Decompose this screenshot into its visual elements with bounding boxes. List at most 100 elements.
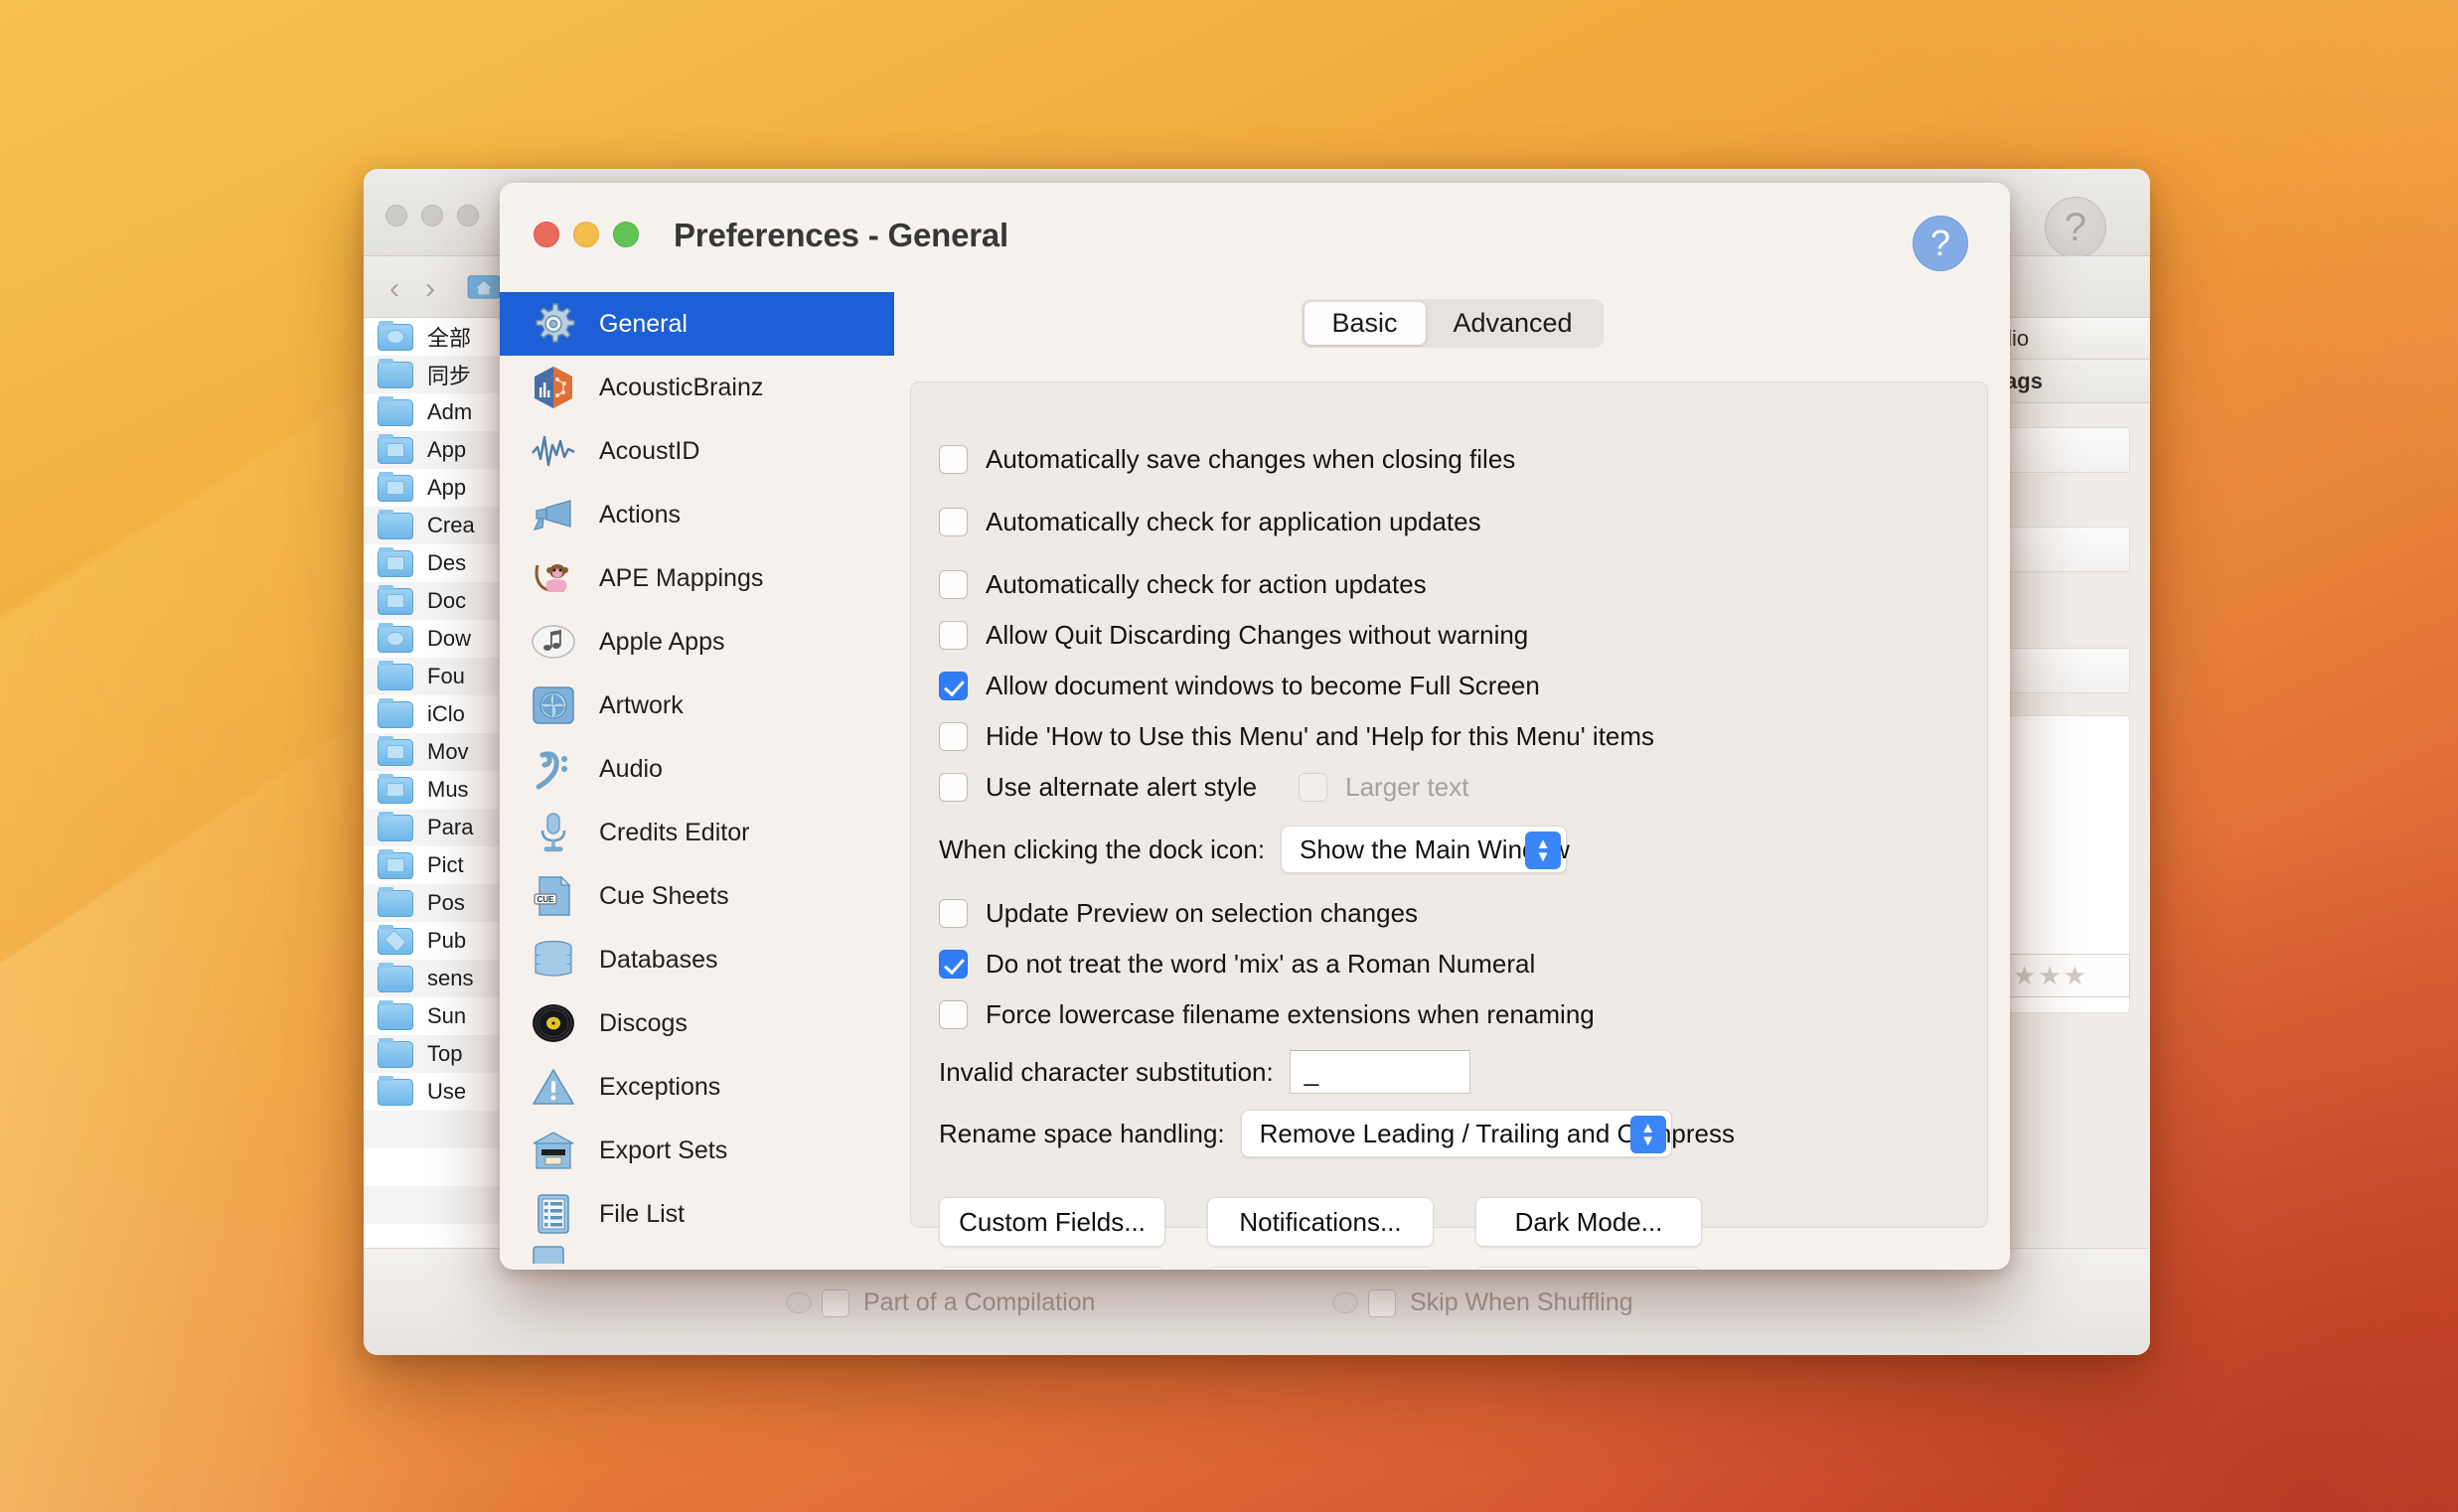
sidebar-item-acoustid[interactable]: AcoustID xyxy=(500,419,894,483)
skip-shuffling-label: Skip When Shuffling xyxy=(1410,1288,1633,1316)
skip-shuffling-radio[interactable] xyxy=(1332,1292,1358,1313)
compilation-label: Part of a Compilation xyxy=(863,1288,1096,1316)
bg-close-button[interactable] xyxy=(385,205,407,227)
sidebar-item-actions[interactable]: Actions xyxy=(500,483,894,546)
vinyl-record-icon xyxy=(530,999,577,1047)
sidebar-item-label: Actions xyxy=(599,500,681,529)
sidebar-item-apple-apps[interactable]: Apple Apps xyxy=(500,610,894,674)
invalid-char-input[interactable]: _ xyxy=(1289,1050,1470,1094)
file-name: Crea xyxy=(427,513,475,537)
checkbox[interactable] xyxy=(939,773,968,802)
preferences-sidebar[interactable]: General AcousticBrainz AcoustID Actions … xyxy=(500,292,894,1270)
folder-icon xyxy=(378,1075,413,1106)
folder-icon xyxy=(378,433,413,464)
option-label: Automatically check for application upda… xyxy=(986,507,1481,536)
checkbox[interactable] xyxy=(939,621,968,650)
droplets-button[interactable]: Droplets... xyxy=(1475,1267,1702,1270)
file-name: Des xyxy=(427,550,467,575)
option-label: Do not treat the word 'mix' as a Roman N… xyxy=(986,949,1536,979)
tab-advanced[interactable]: Advanced xyxy=(1425,302,1600,345)
bg-help-button[interactable]: ? xyxy=(2045,197,2106,258)
sidebar-item-label: Discogs xyxy=(599,1008,688,1037)
option-allow-full-screen[interactable]: Allow document windows to become Full Sc… xyxy=(939,671,1540,701)
option-hide-menu-help-items[interactable]: Hide 'How to Use this Menu' and 'Help fo… xyxy=(939,721,1654,752)
option-use-alternate-alert-style[interactable]: Use alternate alert style Larger text xyxy=(939,772,1468,803)
option-mix-roman-numeral[interactable]: Do not treat the word 'mix' as a Roman N… xyxy=(939,949,1535,980)
sidebar-item-acousticbrainz[interactable]: AcousticBrainz xyxy=(500,356,894,419)
option-auto-save-changes[interactable]: Automatically save changes when closing … xyxy=(939,444,1515,475)
sidebar-item-label: Credits Editor xyxy=(599,818,750,846)
sidebar-item-partial[interactable] xyxy=(500,1246,894,1266)
invalid-char-value: _ xyxy=(1304,1056,1319,1087)
skip-shuffling-checkbox[interactable] xyxy=(1368,1288,1396,1317)
checkbox[interactable] xyxy=(939,508,968,536)
checkbox[interactable] xyxy=(939,445,968,474)
dark-mode-button[interactable]: Dark Mode... xyxy=(1475,1197,1702,1247)
checkbox[interactable] xyxy=(939,672,968,700)
preferences-window[interactable]: Preferences - General ? General Acoustic… xyxy=(500,183,2010,1270)
part-of-compilation-option[interactable]: Part of a Compilation xyxy=(786,1288,1095,1317)
sidebar-item-exceptions[interactable]: Exceptions xyxy=(500,1055,894,1119)
bg-maximize-button[interactable] xyxy=(457,205,479,227)
list-document-icon xyxy=(530,1190,577,1238)
larger-text-label: Larger text xyxy=(1345,772,1469,802)
option-label: Use alternate alert style xyxy=(986,772,1258,802)
option-auto-check-app-updates[interactable]: Automatically check for application upda… xyxy=(939,507,1481,537)
megaphone-icon xyxy=(530,491,577,538)
rename-space-select[interactable]: Remove Leading / Trailing and Compress ▲… xyxy=(1240,1110,1735,1157)
folder-icon xyxy=(378,471,413,502)
chevron-updown-icon[interactable]: ▲ ▼ xyxy=(1629,1116,1666,1153)
nav-back-icon[interactable]: ‹ xyxy=(389,272,399,306)
option-auto-check-action-updates[interactable]: Automatically check for action updates xyxy=(939,569,1427,600)
folder-icon xyxy=(378,622,413,653)
sidebar-item-artwork[interactable]: Artwork xyxy=(500,674,894,737)
microphone-icon xyxy=(530,809,577,856)
dock-icon-select[interactable]: Show the Main Window ▲ ▼ xyxy=(1281,826,1570,873)
home-folder-icon[interactable] xyxy=(467,271,501,299)
compilation-radio[interactable] xyxy=(786,1292,812,1313)
nav-forward-icon[interactable]: › xyxy=(425,272,435,306)
sidebar-item-ape-mappings[interactable]: APE Mappings xyxy=(500,546,894,610)
checkbox[interactable] xyxy=(939,950,968,979)
sidebar-item-file-list[interactable]: File List xyxy=(500,1182,894,1246)
notifications-button[interactable]: Notifications... xyxy=(1207,1197,1434,1247)
sidebar-item-databases[interactable]: Databases xyxy=(500,928,894,991)
folder-icon xyxy=(378,395,413,426)
chevron-updown-icon[interactable]: ▲ ▼ xyxy=(1525,832,1562,869)
option-force-lowercase-extensions[interactable]: Force lowercase filename extensions when… xyxy=(939,999,1595,1030)
help-button[interactable]: ? xyxy=(1913,216,1968,271)
sidebar-item-export-sets[interactable]: Export Sets xyxy=(500,1119,894,1182)
sidebar-item-discogs[interactable]: Discogs xyxy=(500,991,894,1055)
tab-basic[interactable]: Basic xyxy=(1304,302,1426,345)
folder-icon xyxy=(378,886,413,917)
title-case-button[interactable]: Title Case... xyxy=(939,1267,1165,1270)
folder-icon xyxy=(378,999,413,1030)
custom-fields-button[interactable]: Custom Fields... xyxy=(939,1197,1165,1247)
bg-minimize-button[interactable] xyxy=(421,205,443,227)
checkbox[interactable] xyxy=(939,570,968,599)
sidebar-item-label: APE Mappings xyxy=(599,563,764,592)
skip-when-shuffling-option[interactable]: Skip When Shuffling xyxy=(1332,1288,1633,1317)
folder-icon xyxy=(378,660,413,690)
sidebar-item-audio[interactable]: Audio xyxy=(500,737,894,801)
sidebar-item-label: Exceptions xyxy=(599,1072,721,1101)
compilation-checkbox[interactable] xyxy=(822,1288,849,1317)
sidebar-item-label: File List xyxy=(599,1199,686,1228)
database-icon xyxy=(530,936,577,983)
archive-box-icon xyxy=(530,1127,577,1174)
folder-icon xyxy=(378,773,413,804)
sidebar-item-credits-editor[interactable]: Credits Editor xyxy=(500,801,894,864)
checkbox[interactable] xyxy=(939,1000,968,1029)
bass-clef-icon xyxy=(530,745,577,793)
basic-advanced-tabs[interactable]: Basic Advanced xyxy=(1301,299,1604,348)
window-tabbing-button[interactable]: Window Tabbing... xyxy=(1207,1267,1434,1270)
checkbox[interactable] xyxy=(939,722,968,751)
sidebar-item-cue-sheets[interactable]: CUE Cue Sheets xyxy=(500,864,894,928)
rename-space-label: Rename space handling: xyxy=(939,1118,1225,1148)
option-allow-quit-discarding[interactable]: Allow Quit Discarding Changes without wa… xyxy=(939,620,1528,651)
sidebar-item-general[interactable]: General xyxy=(500,292,894,356)
option-update-preview[interactable]: Update Preview on selection changes xyxy=(939,898,1418,929)
folder-icon xyxy=(378,811,413,841)
checkbox[interactable] xyxy=(939,899,968,928)
sidebar-item-label: Databases xyxy=(599,945,718,974)
